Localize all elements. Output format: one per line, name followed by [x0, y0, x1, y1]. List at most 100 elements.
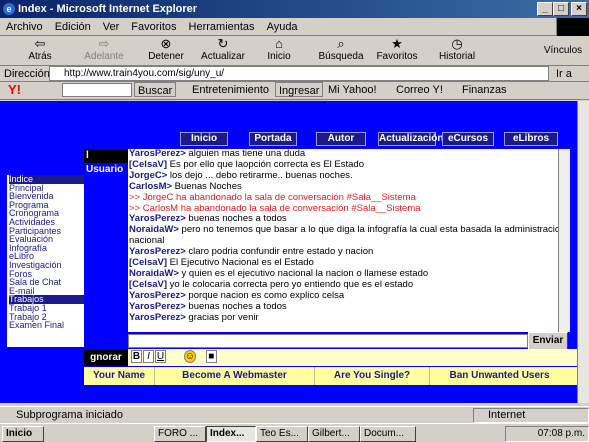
nav-inicio[interactable]: Inicio — [180, 132, 228, 146]
nav-autor[interactable]: Autor — [316, 132, 366, 146]
history-icon: ◷ — [451, 36, 463, 51]
yahoo-finance[interactable]: Finanzas — [462, 82, 507, 98]
chat-user: [CelsaV] — [129, 159, 168, 170]
favorites-button[interactable]: ★ Favoritos — [374, 36, 420, 66]
chat-message: >> JorgeC ha abandonado la sala de conve… — [129, 193, 558, 204]
stop-icon: ⊗ — [160, 36, 172, 51]
chat-text: Buenas Noches — [172, 181, 242, 192]
yahoo-entertainment[interactable]: Entretenimiento — [192, 82, 269, 98]
menu-bar: Archivo Edición Ver Favoritos Herramientas Ay… — [0, 18, 589, 36]
message-input[interactable] — [128, 334, 528, 348]
banner-ban-users[interactable]: Ban Unwanted Users — [429, 367, 569, 385]
chat-message: NoraidaW> y quien es el ejecutivo nacion… — [129, 269, 558, 280]
home-button[interactable]: ⌂ Inicio — [262, 36, 296, 66]
italic-button[interactable]: I — [143, 350, 154, 363]
back-arrow-icon: ⇦ — [34, 36, 46, 51]
chat-text: buenas noches a todos — [185, 301, 287, 312]
close-button[interactable]: × — [571, 2, 587, 16]
home-icon: ⌂ — [275, 36, 283, 51]
menu-favoritos[interactable]: Favoritos — [125, 18, 182, 36]
search-icon: ⌕ — [337, 36, 345, 51]
chat-text: >> CarlosM ha abandonado la sala de conv… — [129, 203, 421, 214]
menu-edicion[interactable]: Edición — [49, 18, 97, 36]
task-teo[interactable]: Teo Es... — [256, 426, 308, 442]
yahoo-my-yahoo[interactable]: Mi Yahoo! — [328, 82, 377, 98]
ignore-button[interactable]: gnorar — [84, 349, 128, 366]
chat-user: YarosPerez> — [129, 290, 186, 301]
chat-text: buenas noches a todos — [185, 214, 287, 225]
status-text: Subprograma iniciado — [16, 409, 124, 421]
smiley-icon[interactable]: ☺ — [183, 350, 196, 363]
chat-user: YarosPerez> — [129, 214, 186, 225]
left-menu-item[interactable]: Examen Final — [9, 321, 84, 330]
nav-portada[interactable]: Portada — [249, 132, 297, 146]
maximize-button[interactable]: □ — [553, 2, 569, 16]
bold-button[interactable]: B — [131, 350, 142, 363]
links-button[interactable]: Vínculos — [540, 36, 586, 66]
task-gilbert[interactable]: Gilbert... — [308, 426, 360, 442]
yahoo-search-button[interactable]: Buscar — [134, 82, 177, 97]
chat-user: [CelsaV] — [129, 279, 168, 290]
yahoo-logo-icon: Y! — [8, 82, 21, 97]
chat-message: NoraidaW> pero no tenemos que basar a lo… — [129, 225, 558, 236]
yahoo-toolbar: Y! Buscar Entretenimiento Ingresar Mi Ya… — [0, 82, 589, 100]
start-button[interactable]: Inicio — [2, 426, 44, 442]
color-icon[interactable]: ■ — [205, 350, 217, 363]
refresh-button[interactable]: ↻ Actualizar — [198, 36, 248, 66]
history-button[interactable]: ◷ Historial — [434, 36, 480, 66]
search-button[interactable]: ⌕ Búsqueda — [318, 36, 364, 66]
menu-herramientas[interactable]: Herramientas — [183, 18, 261, 36]
chat-message: >> CarlosM ha abandonado la sala de conv… — [129, 204, 558, 215]
page-scrollbar[interactable] — [577, 101, 589, 403]
chat-user: CarlosM> — [129, 181, 173, 192]
banner-your-name[interactable]: Your Name — [84, 367, 154, 385]
minimize-button[interactable]: _ — [537, 2, 553, 16]
banner-webmaster[interactable]: Become A Webmaster — [154, 367, 314, 385]
chat-user: NoraidaW> — [129, 225, 179, 236]
chat-text: claro podria confundir entre estado y na… — [185, 247, 374, 258]
menu-ayuda[interactable]: Ayuda — [261, 18, 304, 36]
chat-text: porque nacion es como explico celsa — [185, 290, 345, 301]
chat-message: CarlosM> Buenas Noches — [129, 182, 558, 193]
nav-actualizacion[interactable]: Actualización — [378, 132, 443, 146]
left-menu: Indice Principal Bienvenida Programa Cronogr… — [7, 175, 84, 347]
refresh-icon: ↻ — [217, 36, 229, 51]
ie-logo-icon: e — [3, 3, 15, 15]
stop-button[interactable]: ⊗ Detener — [146, 36, 186, 66]
task-foro[interactable]: FORO ... — [154, 426, 206, 442]
back-button[interactable]: ⇦ Atrás — [20, 36, 60, 66]
nav-elibros[interactable]: eLibros — [504, 132, 558, 146]
chat-text: los dejo ... debo retirarme.. buenas noc… — [167, 170, 353, 181]
task-docum[interactable]: Docum... — [360, 426, 416, 442]
chat-user: NoraidaW> — [129, 268, 179, 279]
chat-text: Es por ello que laopción correcta es El … — [167, 159, 364, 170]
window-title: Index - Microsoft Internet Explorer — [18, 3, 198, 15]
task-index[interactable]: Index... — [206, 426, 256, 442]
send-button[interactable]: Enviar — [528, 332, 568, 350]
underline-button[interactable]: U — [155, 350, 166, 363]
chat-text: pero no tenemos que basar a lo que diga … — [181, 225, 558, 236]
chat-user: YarosPerez> — [129, 149, 186, 159]
go-button[interactable]: Ir a — [556, 67, 572, 81]
chat-message: JorgeC> los dejo ... debo retirarme.. bu… — [129, 171, 558, 182]
menu-archivo[interactable]: Archivo — [0, 18, 49, 36]
forward-button[interactable]: ⇨ Adelante — [82, 36, 126, 66]
taskbar: Inicio FORO ... Index... Teo Es... Gilbe… — [0, 423, 589, 442]
yahoo-login-button[interactable]: Ingresar — [275, 82, 324, 97]
banner-single[interactable]: Are You Single? — [314, 367, 429, 385]
yahoo-search-input[interactable] — [62, 83, 132, 97]
yahoo-mail[interactable]: Correo Y! — [396, 82, 443, 98]
chat-scrollbar[interactable] — [558, 149, 570, 332]
forward-arrow-icon: ⇨ — [98, 36, 110, 51]
chat-text: >> JorgeC ha abandonado la sala de conve… — [129, 192, 416, 203]
clock: 07:08 p.m. — [505, 426, 589, 442]
chat-text: nacional — [129, 236, 165, 247]
chat-text: y quien es el ejecutivo nacional la naci… — [178, 268, 429, 279]
status-bar: Subprograma iniciado Internet — [0, 406, 589, 423]
nav-ecursos[interactable]: eCursos — [442, 132, 494, 146]
menu-ver[interactable]: Ver — [97, 18, 126, 36]
favorites-icon: ★ — [391, 36, 403, 51]
chat-users-header: l Usuario — [84, 149, 128, 175]
address-input[interactable]: http://www.train4you.com/sig/uny_u/ — [49, 66, 549, 81]
window-title-bar: e Index - Microsoft Internet Explorer _ … — [0, 0, 589, 18]
